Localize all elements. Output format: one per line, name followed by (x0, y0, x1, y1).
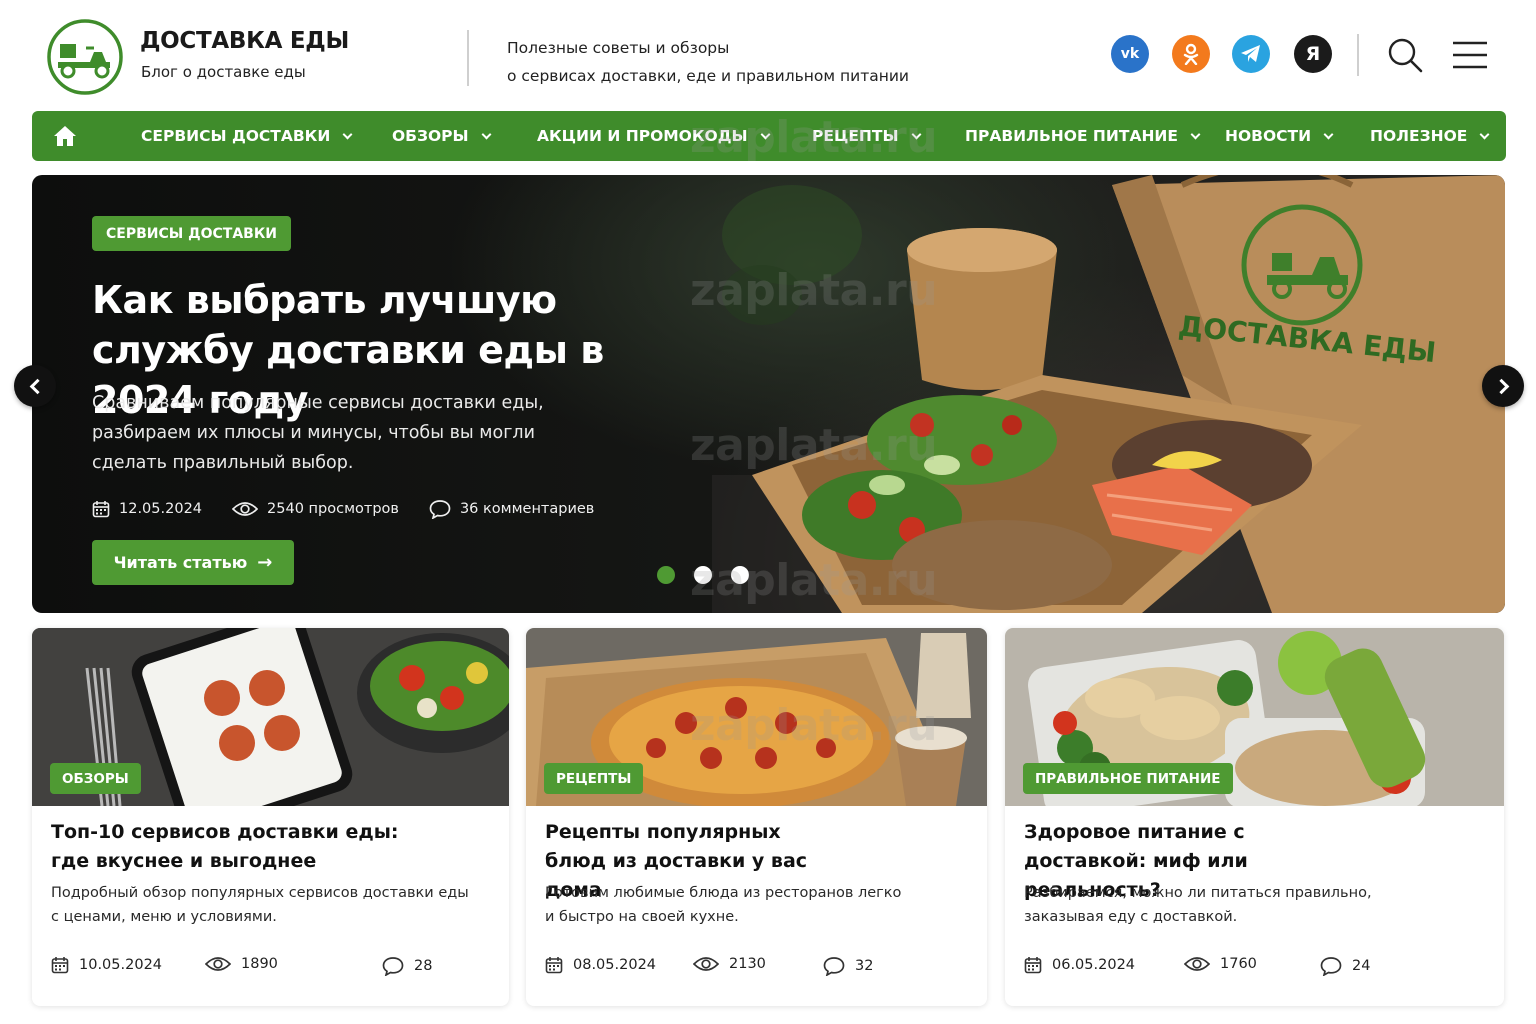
arrow-right-icon: → (257, 552, 273, 573)
comment-icon (1320, 957, 1342, 976)
nav-item-reviews[interactable]: ОБЗОРЫ (392, 111, 492, 161)
chevron-right-icon (1493, 378, 1509, 394)
main-nav: СЕРВИСЫ ДОСТАВКИ ОБЗОРЫ АКЦИИ И ПРОМОКОД… (32, 111, 1506, 161)
card-comments-text: 24 (1352, 958, 1371, 974)
hero-meta: 12.05.2024 2540 просмотров 36 комментари… (92, 497, 624, 521)
chevron-down-icon (1479, 129, 1490, 139)
nav-item-delivery-services[interactable]: СЕРВИСЫ ДОСТАВКИ (141, 111, 353, 161)
logo-icon[interactable] (46, 18, 124, 96)
article-card[interactable]: ПРАВИЛЬНОЕ ПИТАНИЕ Здоровое питание с до… (1005, 628, 1504, 1006)
card-views: 1760 (1184, 956, 1257, 972)
tagline-line-2: о сервисах доставки, еде и правильном пи… (507, 67, 910, 85)
card-title[interactable]: Топ-10 сервисов доставки еды: где вкусне… (51, 818, 401, 876)
card-date: 10.05.2024 (51, 956, 162, 974)
nav-item-news[interactable]: НОВОСТИ (1225, 111, 1334, 161)
site-header: ДОСТАВКА ЕДЫ Блог о доставке еды Полезны… (0, 0, 1536, 108)
card-date: 06.05.2024 (1024, 956, 1135, 974)
slider-dot-2[interactable] (694, 566, 712, 584)
brand-title[interactable]: ДОСТАВКА ЕДЫ (140, 28, 349, 54)
telegram-icon[interactable] (1232, 35, 1270, 73)
header-divider (1357, 34, 1359, 76)
card-description: Подробный обзор популярных сервисов дост… (51, 885, 469, 925)
search-icon[interactable] (1387, 37, 1423, 73)
eye-icon (205, 957, 231, 971)
hero-date-text: 12.05.2024 (119, 501, 203, 517)
header-tagline: Полезные советы и обзоры о сервисах дост… (507, 34, 909, 90)
hero-category-badge[interactable]: СЕРВИСЫ ДОСТАВКИ (92, 216, 292, 251)
chevron-down-icon (342, 129, 353, 139)
card-date-text: 08.05.2024 (573, 957, 657, 973)
eye-icon (693, 957, 719, 971)
chevron-down-icon (760, 129, 771, 139)
card-comments: 24 (1320, 956, 1370, 976)
yandex-icon[interactable]: Я (1294, 35, 1332, 73)
calendar-icon (1024, 957, 1042, 974)
comment-icon (382, 957, 404, 976)
hero-food-image: ДОСТАВКА ЕДЫ (712, 175, 1505, 613)
header-divider (467, 30, 469, 86)
hero-comments: 36 комментариев (429, 499, 594, 519)
nav-item-useful[interactable]: ПОЛЕЗНОЕ (1370, 111, 1490, 161)
calendar-icon (545, 957, 563, 974)
card-comments: 32 (823, 956, 873, 976)
card-description: Разбираемся, можно ли питаться правильно… (1024, 885, 1372, 925)
nav-item-healthy-eating[interactable]: ПРАВИЛЬНОЕ ПИТАНИЕ (965, 111, 1201, 161)
slider-dot-3[interactable] (731, 566, 749, 584)
card-views-text: 2130 (729, 956, 766, 972)
chevron-down-icon (1323, 129, 1334, 139)
tagline-line-1: Полезные советы и обзоры (507, 39, 730, 57)
card-date-text: 10.05.2024 (79, 957, 163, 973)
hero-views-text: 2540 просмотров (267, 501, 399, 517)
ok-icon[interactable] (1172, 35, 1210, 73)
card-comments: 28 (382, 956, 432, 976)
eye-icon (1184, 957, 1210, 971)
brand-subtitle: Блог о доставке еды (141, 63, 306, 81)
nav-item-promotions[interactable]: АКЦИИ И ПРОМОКОДЫ (537, 111, 771, 161)
slider-next-button[interactable] (1482, 365, 1524, 407)
chevron-left-icon (29, 378, 45, 394)
card-views: 1890 (205, 956, 278, 972)
card-category-badge[interactable]: РЕЦЕПТЫ (544, 763, 644, 794)
hero-comments-text: 36 комментариев (459, 501, 595, 517)
nav-item-recipes[interactable]: РЕЦЕПТЫ (812, 111, 921, 161)
home-icon[interactable] (52, 123, 78, 149)
card-views: 2130 (693, 956, 766, 972)
card-views-text: 1760 (1220, 956, 1257, 972)
slider-prev-button[interactable] (14, 365, 56, 407)
hero-description: Сравниваем популярные сервисы доставки е… (92, 393, 544, 473)
card-date-text: 06.05.2024 (1052, 957, 1136, 973)
slider-dot-1[interactable] (657, 566, 675, 584)
hero-date: 12.05.2024 (92, 500, 202, 518)
read-article-button[interactable]: Читать статью → (92, 540, 294, 585)
chevron-down-icon (1190, 129, 1201, 139)
card-description: Готовим любимые блюда из ресторанов легк… (545, 885, 902, 925)
card-category-badge[interactable]: ПРАВИЛЬНОЕ ПИТАНИЕ (1023, 763, 1233, 794)
comment-icon (429, 500, 451, 519)
card-comments-text: 32 (855, 958, 874, 974)
hero-views: 2540 просмотров (232, 501, 399, 517)
read-article-label: Читать статью (113, 553, 248, 572)
eye-icon (232, 502, 259, 516)
chevron-down-icon (911, 129, 921, 139)
card-comments-text: 28 (414, 958, 433, 974)
card-category-badge[interactable]: ОБЗОРЫ (50, 763, 141, 794)
hamburger-menu-icon[interactable] (1452, 40, 1488, 70)
calendar-icon (92, 501, 110, 518)
vk-icon[interactable]: vk (1111, 35, 1149, 73)
article-card[interactable]: ОБЗОРЫ Топ-10 сервисов доставки еды: где… (32, 628, 509, 1006)
article-card[interactable]: РЕЦЕПТЫ Рецепты популярных блюд из доста… (526, 628, 987, 1006)
hero-slider[interactable]: ДОСТАВКА ЕДЫ СЕРВИСЫ ДОСТАВКИ Как выбрат… (32, 175, 1505, 613)
comment-icon (823, 957, 845, 976)
chevron-down-icon (481, 129, 492, 139)
calendar-icon (51, 957, 69, 974)
card-views-text: 1890 (241, 956, 278, 972)
card-date: 08.05.2024 (545, 956, 656, 974)
